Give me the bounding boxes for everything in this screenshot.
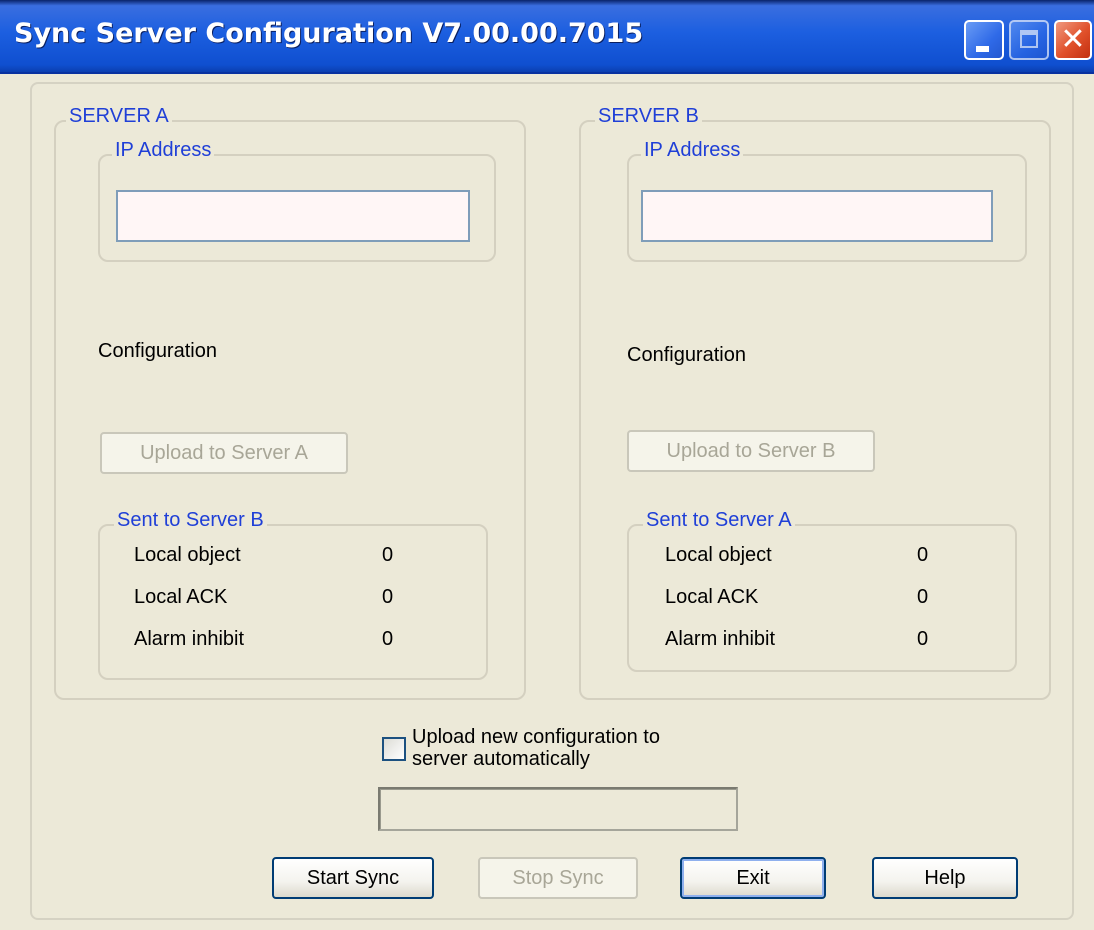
server-a-ip-group: IP Address bbox=[98, 139, 496, 262]
server-a-sent-title: Sent to Server B bbox=[114, 509, 267, 532]
minimize-icon bbox=[976, 46, 989, 52]
maximize-icon bbox=[1020, 30, 1038, 48]
start-sync-button[interactable]: Start Sync bbox=[272, 857, 434, 899]
server-b-local-object-value: 0 bbox=[917, 544, 929, 566]
server-b-sent-group: Sent to Server A Local object 0 Local AC… bbox=[627, 509, 1017, 672]
server-b-local-ack-value: 0 bbox=[917, 586, 929, 608]
status-field bbox=[378, 787, 738, 831]
server-a-configuration-label: Configuration bbox=[98, 340, 217, 362]
server-a-alarm-inhibit-label: Alarm inhibit bbox=[134, 628, 245, 650]
server-b-alarm-inhibit-value: 0 bbox=[917, 628, 929, 650]
upload-to-server-b-button[interactable]: Upload to Server B bbox=[627, 430, 875, 472]
server-b-title: SERVER B bbox=[595, 105, 702, 128]
help-button[interactable]: Help bbox=[872, 857, 1018, 899]
server-b-group: SERVER B IP Address Configuration Upload… bbox=[579, 105, 1051, 700]
server-b-local-object-label: Local object bbox=[665, 544, 772, 566]
server-a-local-object-value: 0 bbox=[382, 544, 394, 566]
close-button[interactable]: ✕ bbox=[1054, 20, 1092, 60]
close-icon: ✕ bbox=[1060, 22, 1086, 57]
auto-upload-checkbox[interactable] bbox=[382, 737, 406, 761]
server-a-ip-title: IP Address bbox=[112, 139, 215, 162]
auto-upload-label-line2: server automatically bbox=[412, 748, 590, 770]
server-b-sent-title: Sent to Server A bbox=[643, 509, 795, 532]
upload-to-server-a-button[interactable]: Upload to Server A bbox=[100, 432, 348, 474]
server-b-configuration-label: Configuration bbox=[627, 344, 746, 366]
sync-server-config-window: Sync Server Configuration V7.00.00.7015 … bbox=[0, 0, 1094, 930]
server-a-alarm-inhibit-value: 0 bbox=[382, 628, 394, 650]
exit-button[interactable]: Exit bbox=[680, 857, 826, 899]
server-b-ip-input[interactable] bbox=[641, 190, 993, 242]
minimize-button[interactable] bbox=[964, 20, 1004, 60]
server-b-local-ack-label: Local ACK bbox=[665, 586, 759, 608]
server-b-alarm-inhibit-label: Alarm inhibit bbox=[665, 628, 776, 650]
server-a-local-object-label: Local object bbox=[134, 544, 241, 566]
window-title: Sync Server Configuration V7.00.00.7015 bbox=[14, 18, 644, 49]
maximize-button bbox=[1009, 20, 1049, 60]
server-a-local-ack-value: 0 bbox=[382, 586, 394, 608]
auto-upload-label[interactable]: Upload new configuration to server autom… bbox=[412, 726, 660, 770]
server-a-group: SERVER A IP Address Configuration Upload… bbox=[54, 105, 526, 700]
server-b-ip-group: IP Address bbox=[627, 139, 1027, 262]
server-a-sent-group: Sent to Server B Local object 0 Local AC… bbox=[98, 509, 488, 680]
server-a-title: SERVER A bbox=[66, 105, 172, 128]
server-a-ip-input[interactable] bbox=[116, 190, 470, 242]
stop-sync-button[interactable]: Stop Sync bbox=[478, 857, 638, 899]
auto-upload-label-line1: Upload new configuration to bbox=[412, 726, 660, 748]
title-bar[interactable]: Sync Server Configuration V7.00.00.7015 … bbox=[0, 0, 1094, 74]
server-b-ip-title: IP Address bbox=[641, 139, 744, 162]
server-a-local-ack-label: Local ACK bbox=[134, 586, 228, 608]
